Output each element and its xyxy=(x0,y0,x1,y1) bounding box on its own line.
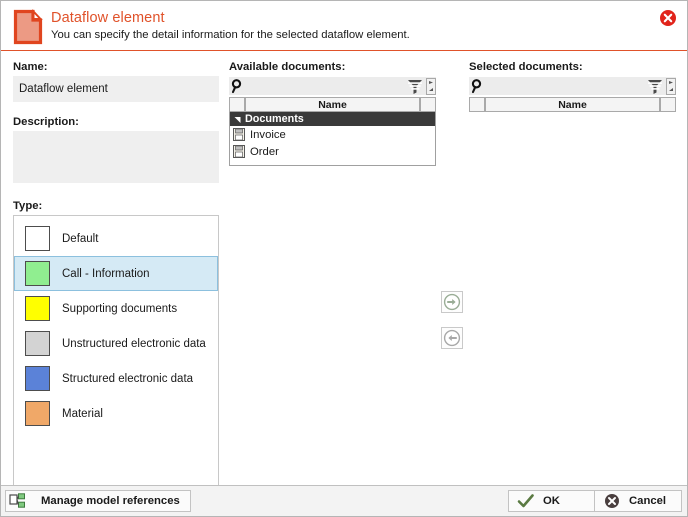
stepper-down[interactable] xyxy=(667,86,675,94)
type-item-label: Structured electronic data xyxy=(62,372,194,385)
list-item-label: Order xyxy=(250,145,279,158)
stepper-up[interactable] xyxy=(667,79,675,87)
selected-column-header-blank-left[interactable] xyxy=(469,97,485,112)
type-color-swatch xyxy=(25,401,50,426)
type-color-swatch xyxy=(25,331,50,356)
list-item-label: Invoice xyxy=(250,128,286,141)
document-group-header[interactable]: Documents xyxy=(230,112,435,126)
type-item-label: Unstructured electronic data xyxy=(62,337,206,350)
manage-model-references-label: Manage model references xyxy=(41,495,180,507)
dialog-body: Name: Description: Type: Default Call - … xyxy=(1,51,687,492)
type-list-item[interactable]: Unstructured electronic data xyxy=(14,326,218,361)
selected-column-header-blank-right[interactable] xyxy=(660,97,676,112)
cancel-button[interactable]: Cancel xyxy=(595,490,682,512)
available-column-header-blank-left[interactable] xyxy=(229,97,245,112)
name-label: Name: xyxy=(13,61,48,73)
selected-documents-panel: Selected documents: Name xyxy=(469,61,676,112)
type-color-swatch xyxy=(25,261,50,286)
available-filter-controls xyxy=(405,77,436,95)
document-group-label: Documents xyxy=(245,113,304,125)
transfer-controls xyxy=(441,291,463,363)
selected-search-wrap xyxy=(469,78,645,94)
type-list-item[interactable]: Structured electronic data xyxy=(14,361,218,396)
available-search-bar xyxy=(229,77,436,95)
cancel-label: Cancel xyxy=(629,495,667,507)
add-to-selected-button[interactable] xyxy=(441,291,463,313)
type-color-swatch xyxy=(25,296,50,321)
selected-filter-controls xyxy=(645,77,676,95)
model-references-icon xyxy=(9,493,27,509)
available-column-header-blank-right[interactable] xyxy=(420,97,436,112)
remove-from-selected-button[interactable] xyxy=(441,327,463,349)
available-documents-label: Available documents: xyxy=(229,61,346,73)
selected-search-bar xyxy=(469,77,676,95)
selected-column-headers: Name xyxy=(469,97,676,112)
manage-model-references-button[interactable]: Manage model references xyxy=(5,490,191,512)
stepper-up[interactable] xyxy=(427,79,435,87)
cancel-icon xyxy=(603,493,621,509)
footer-actions: OK Cancel xyxy=(508,490,682,512)
document-icon xyxy=(233,128,245,141)
ok-button[interactable]: OK xyxy=(508,490,595,512)
type-color-swatch xyxy=(25,226,50,251)
description-input[interactable] xyxy=(13,131,219,183)
page-title: Dataflow element xyxy=(51,10,165,26)
available-documents-panel: Available documents: Name Documents Invo… xyxy=(229,61,436,166)
type-list-item[interactable]: Default xyxy=(14,221,218,256)
type-item-label: Material xyxy=(62,407,103,420)
dialog-footer: Manage model references OK Cancel xyxy=(1,485,687,516)
ok-label: OK xyxy=(543,495,560,507)
available-search-input[interactable] xyxy=(246,78,405,94)
dataflow-element-dialog: Dataflow element You can specify the det… xyxy=(0,0,688,517)
available-search-wrap xyxy=(229,78,405,94)
left-column: Name: Description: Type: Default Call - … xyxy=(13,61,219,492)
dialog-header: Dataflow element You can specify the det… xyxy=(1,1,687,51)
document-icon xyxy=(233,145,245,158)
name-input[interactable] xyxy=(13,76,219,102)
type-item-label: Call - Information xyxy=(62,267,150,280)
search-icon xyxy=(230,78,246,94)
check-icon xyxy=(517,493,535,509)
document-element-icon xyxy=(13,8,43,45)
stepper-arrows-icon[interactable] xyxy=(666,77,676,95)
type-list-item[interactable]: Call - Information xyxy=(14,256,218,291)
available-column-headers: Name xyxy=(229,97,436,112)
collapse-triangle-icon xyxy=(233,115,242,124)
type-list-item[interactable]: Supporting documents xyxy=(14,291,218,326)
available-column-header-name[interactable]: Name xyxy=(245,97,420,112)
type-label: Type: xyxy=(13,200,43,212)
type-list-item[interactable]: Material xyxy=(14,396,218,431)
selected-documents-label: Selected documents: xyxy=(469,61,583,73)
page-subtitle: You can specify the detail information f… xyxy=(51,29,410,41)
list-item[interactable]: Invoice xyxy=(230,126,435,143)
type-list: Default Call - Information Supporting do… xyxy=(13,215,219,492)
selected-column-header-name[interactable]: Name xyxy=(485,97,660,112)
type-item-label: Default xyxy=(62,232,99,245)
type-item-label: Supporting documents xyxy=(62,302,178,315)
filter-funnel-icon[interactable] xyxy=(645,78,665,95)
header-texts: Dataflow element You can specify the det… xyxy=(51,7,410,43)
description-label: Description: xyxy=(13,116,79,128)
stepper-down[interactable] xyxy=(427,86,435,94)
type-color-swatch xyxy=(25,366,50,391)
list-item[interactable]: Order xyxy=(230,143,435,160)
close-icon[interactable] xyxy=(659,9,677,27)
available-documents-list[interactable]: Documents Invoice Order xyxy=(229,112,436,166)
selected-search-input[interactable] xyxy=(486,78,645,94)
filter-funnel-icon[interactable] xyxy=(405,78,425,95)
stepper-arrows-icon[interactable] xyxy=(426,77,436,95)
search-icon xyxy=(470,78,486,94)
